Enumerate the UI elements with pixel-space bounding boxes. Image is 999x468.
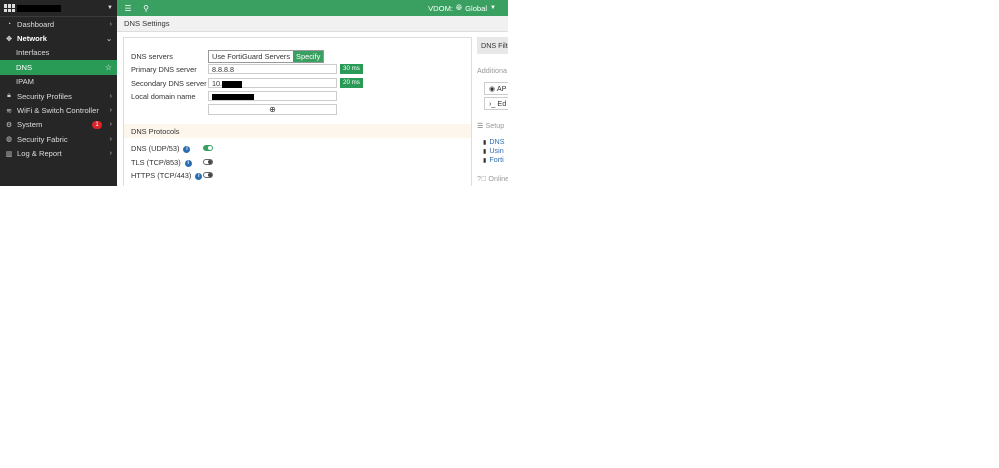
eye-icon: ◉	[489, 84, 496, 93]
api-preview-button[interactable]: ◉ AP	[484, 82, 508, 95]
local-domain-label: Local domain name	[131, 92, 196, 101]
option-fortiguard-button[interactable]: Use FortiGuard Servers	[209, 51, 293, 62]
primary-dns-input[interactable]: 8.8.8.8	[208, 64, 337, 74]
chevron-right-icon: ›	[109, 20, 112, 28]
sidebar-item-network[interactable]: ✥ Network ⌄	[0, 31, 117, 45]
terminal-icon: ›_	[489, 99, 496, 108]
sidebar-item-dns[interactable]: DNS ☆	[0, 60, 117, 75]
add-domain-button[interactable]: ⊕	[208, 104, 337, 115]
dashboard-icon: ◔	[6, 20, 12, 28]
network-icon: ✥	[6, 35, 12, 43]
gear-icon: ⚙	[5, 121, 13, 129]
redacted-ip	[222, 80, 242, 88]
tab-dns-filter[interactable]: DNS Filte	[477, 37, 508, 54]
chevron-down-icon: ▼	[490, 5, 496, 11]
chevron-right-icon: ›	[109, 107, 112, 115]
tls-toggle[interactable]	[203, 159, 213, 165]
sidebar-item-dashboard[interactable]: ◔ Dashboard ›	[0, 17, 117, 31]
dns-servers-toggle: Use FortiGuard Servers Specify	[208, 50, 325, 63]
chevron-down-icon: ⌄	[106, 35, 112, 43]
https-toggle[interactable]	[203, 172, 213, 178]
redacted-hostname	[17, 4, 61, 12]
edit-cli-button[interactable]: ›_ Ed	[484, 97, 508, 110]
search-icon[interactable]: ⚲	[139, 4, 153, 13]
sidebar-item-interfaces[interactable]: Interfaces	[0, 46, 117, 60]
sidebar-item-log-report[interactable]: ▥ Log & Report ›	[0, 147, 117, 161]
secondary-dns-input[interactable]: 10.	[208, 78, 337, 88]
redacted-domain	[212, 94, 254, 101]
notification-badge: 1	[92, 120, 102, 129]
app-window: ▼ ◔ Dashboard › ✥ Network ⌄ Interfaces D…	[0, 0, 508, 186]
secondary-dns-label: Secondary DNS server	[131, 79, 207, 88]
dns-udp-toggle[interactable]	[203, 145, 213, 151]
lock-icon: 🔒︎	[7, 92, 11, 100]
info-icon[interactable]: i	[184, 159, 192, 167]
sidebar-item-system[interactable]: ⚙ System 1 ›	[0, 118, 117, 132]
local-domain-input[interactable]	[208, 91, 337, 101]
sidebar-item-wifi-switch[interactable]: ≋ WiFi & Switch Controller ›	[0, 103, 117, 117]
star-icon[interactable]: ☆	[105, 63, 112, 72]
fortinet-logo-icon	[4, 4, 15, 12]
chevron-right-icon: ›	[109, 135, 112, 143]
book-icon: ▮	[483, 158, 487, 164]
doc-link-forti[interactable]: ▮ Forti	[483, 155, 504, 164]
primary-latency-badge: 30 ms	[340, 64, 363, 74]
chevron-right-icon: ›	[109, 92, 112, 100]
page-title: DNS Settings	[124, 19, 170, 28]
protocol-row-dns: DNS (UDP/53) i	[131, 144, 191, 153]
info-icon[interactable]: i	[195, 172, 203, 180]
list-icon: ☰	[477, 121, 484, 130]
online-help-label[interactable]: ?⃝ Online	[477, 174, 508, 183]
vdom-selector[interactable]: VDOM: 🌐︎ Global ▼	[428, 3, 496, 13]
sidebar: ▼ ◔ Dashboard › ✥ Network ⌄ Interfaces D…	[0, 0, 117, 186]
globe-icon: 🌐︎	[456, 3, 463, 12]
sidebar-nav: ◔ Dashboard › ✥ Network ⌄ Interfaces DNS…	[0, 17, 117, 161]
setup-label: ☰ Setup	[477, 121, 505, 130]
section-title: DNS Protocols	[131, 127, 180, 136]
sidebar-item-ipam[interactable]: IPAM	[0, 75, 117, 89]
option-specify-button[interactable]: Specify	[293, 51, 324, 62]
top-bar: ☰ ⚲ VDOM: 🌐︎ Global ▼	[117, 0, 508, 16]
device-header[interactable]: ▼	[0, 0, 117, 17]
doc-link-using[interactable]: ▮ Usin	[483, 146, 504, 155]
plus-circle-icon: ⊕	[269, 105, 276, 114]
protocol-row-https: HTTPS (TCP/443) i	[131, 171, 203, 180]
primary-dns-label: Primary DNS server	[131, 65, 197, 74]
chevron-down-icon: ▼	[107, 5, 113, 11]
fabric-icon: ◍	[5, 136, 13, 144]
doc-link-dns[interactable]: ▮ DNS	[483, 137, 505, 146]
help-circle-icon: ?⃝	[477, 174, 487, 183]
protocol-row-tls: TLS (TCP/853) i	[131, 158, 192, 167]
wifi-icon: ≋	[6, 107, 12, 115]
chevron-right-icon: ›	[109, 150, 112, 158]
info-icon[interactable]: i	[183, 145, 191, 153]
dns-protocols-section: DNS Protocols	[124, 124, 471, 138]
secondary-latency-badge: 20 ms	[340, 78, 363, 88]
dns-settings-form: DNS servers Use FortiGuard Servers Speci…	[123, 37, 472, 186]
chevron-right-icon: ›	[109, 121, 112, 129]
side-panel: DNS Filte Additiona ◉ AP ›_ Ed ☰ Setup ▮…	[472, 31, 508, 186]
chart-icon: ▥	[5, 150, 13, 158]
dns-servers-label: DNS servers	[131, 52, 173, 61]
sidebar-item-security-fabric[interactable]: ◍ Security Fabric ›	[0, 132, 117, 146]
page-title-bar: DNS Settings	[117, 16, 508, 32]
additional-label: Additiona	[477, 66, 507, 75]
menu-icon[interactable]: ☰	[121, 4, 135, 13]
sidebar-item-security-profiles[interactable]: 🔒︎ Security Profiles ›	[0, 89, 117, 103]
